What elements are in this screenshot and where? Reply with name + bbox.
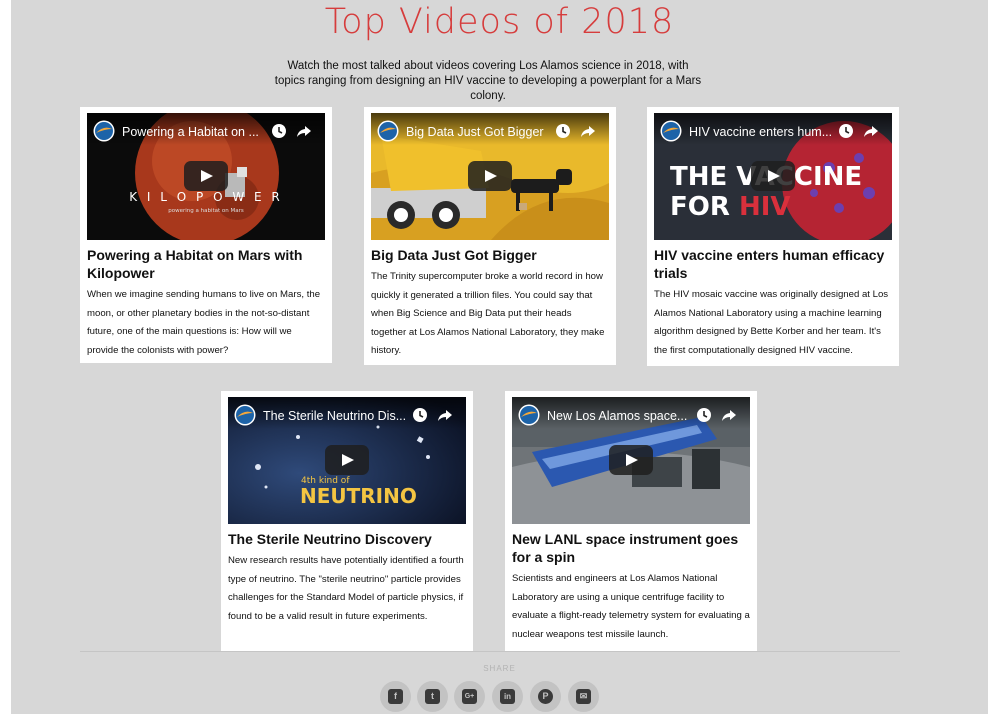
card-title[interactable]: Powering a Habitat on Mars with Kilopowe… bbox=[87, 246, 325, 282]
lanl-logo-icon bbox=[93, 120, 115, 142]
share-video-icon[interactable] bbox=[721, 407, 737, 423]
page-intro: Watch the most talked about videos cover… bbox=[274, 60, 702, 102]
card-description: New research results have potentially id… bbox=[228, 555, 464, 622]
play-button[interactable] bbox=[751, 161, 795, 191]
card-title[interactable]: New LANL space instrument goes for a spi… bbox=[512, 530, 750, 566]
video-player-space-instrument[interactable]: New Los Alamos space... bbox=[512, 397, 750, 524]
video-card-big-data: Big Data Just Got Bigger Big Data Just G… bbox=[364, 107, 616, 365]
video-card-kilopower: K I L O P O W E R powering a habitat on … bbox=[80, 107, 332, 363]
email-icon: ✉ bbox=[576, 689, 591, 704]
share-email-button[interactable]: ✉ bbox=[568, 681, 599, 712]
watch-later-icon[interactable] bbox=[838, 123, 854, 139]
play-button[interactable] bbox=[609, 445, 653, 475]
google-plus-icon: G+ bbox=[462, 689, 477, 704]
facebook-icon: f bbox=[388, 689, 403, 704]
video-player-big-data[interactable]: Big Data Just Got Bigger bbox=[371, 113, 609, 240]
thumbnail-overlay-small: powering a habitat on Mars bbox=[168, 208, 244, 214]
card-title[interactable]: Big Data Just Got Bigger bbox=[371, 246, 609, 264]
card-title[interactable]: HIV vaccine enters human efficacy trials bbox=[654, 246, 892, 282]
play-button[interactable] bbox=[468, 161, 512, 191]
play-button[interactable] bbox=[184, 161, 228, 191]
lanl-logo-icon bbox=[234, 404, 256, 426]
card-title[interactable]: The Sterile Neutrino Discovery bbox=[228, 530, 466, 548]
twitter-icon: t bbox=[425, 689, 440, 704]
svg-text:FOR HIV: FOR HIV bbox=[670, 192, 791, 222]
lanl-logo-icon bbox=[660, 120, 682, 142]
share-google-plus-button[interactable]: G+ bbox=[454, 681, 485, 712]
card-description: The HIV mosaic vaccine was originally de… bbox=[654, 289, 889, 356]
video-card-sterile-neutrino: 4th kind of NEUTRINO The Sterile Neutrin… bbox=[221, 391, 473, 651]
lanl-logo-icon bbox=[377, 120, 399, 142]
share-twitter-button[interactable]: t bbox=[417, 681, 448, 712]
video-title-link[interactable]: Big Data Just Got Bigger bbox=[406, 125, 556, 139]
page-title: Top Videos of 2018 bbox=[324, 2, 675, 42]
lanl-logo-icon bbox=[518, 404, 540, 426]
watch-later-icon[interactable] bbox=[696, 407, 712, 423]
share-linkedin-button[interactable]: in bbox=[492, 681, 523, 712]
thumbnail-overlay-line2a: FOR bbox=[670, 192, 739, 222]
share-video-icon[interactable] bbox=[580, 123, 596, 139]
video-player-kilopower[interactable]: K I L O P O W E R powering a habitat on … bbox=[87, 113, 325, 240]
watch-later-icon[interactable] bbox=[412, 407, 428, 423]
linkedin-icon: in bbox=[500, 689, 515, 704]
share-video-icon[interactable] bbox=[863, 123, 879, 139]
video-card-hiv-vaccine: THE VACCINE FOR HIV HIV vaccine enters h… bbox=[647, 107, 899, 366]
video-card-space-instrument: New Los Alamos space... New LANL space i… bbox=[505, 391, 757, 651]
section-divider bbox=[80, 651, 900, 652]
video-player-sterile-neutrino[interactable]: 4th kind of NEUTRINO The Sterile Neutrin… bbox=[228, 397, 466, 524]
pinterest-icon: P bbox=[538, 689, 553, 704]
video-title-link[interactable]: Powering a Habitat on ... bbox=[122, 125, 272, 139]
video-player-hiv-vaccine[interactable]: THE VACCINE FOR HIV HIV vaccine enters h… bbox=[654, 113, 892, 240]
share-facebook-button[interactable]: f bbox=[380, 681, 411, 712]
watch-later-icon[interactable] bbox=[271, 123, 287, 139]
thumbnail-overlay-big: NEUTRINO bbox=[300, 484, 417, 508]
video-title-link[interactable]: The Sterile Neutrino Dis... bbox=[263, 409, 413, 423]
share-pinterest-button[interactable]: P bbox=[530, 681, 561, 712]
share-label: SHARE bbox=[483, 664, 516, 673]
thumbnail-overlay-big: K I L O P O W E R bbox=[129, 190, 283, 204]
card-description: Scientists and engineers at Los Alamos N… bbox=[512, 573, 750, 640]
video-title-link[interactable]: HIV vaccine enters hum... bbox=[689, 125, 839, 139]
share-video-icon[interactable] bbox=[437, 407, 453, 423]
video-title-link[interactable]: New Los Alamos space... bbox=[547, 409, 697, 423]
card-description: The Trinity supercomputer broke a world … bbox=[371, 271, 605, 356]
card-description: When we imagine sending humans to live o… bbox=[87, 289, 321, 356]
thumbnail-overlay-line2b: HIV bbox=[739, 192, 791, 222]
watch-later-icon[interactable] bbox=[555, 123, 571, 139]
share-video-icon[interactable] bbox=[296, 123, 312, 139]
page-background: Top Videos of 2018 Watch the most talked… bbox=[11, 0, 988, 714]
play-button[interactable] bbox=[325, 445, 369, 475]
